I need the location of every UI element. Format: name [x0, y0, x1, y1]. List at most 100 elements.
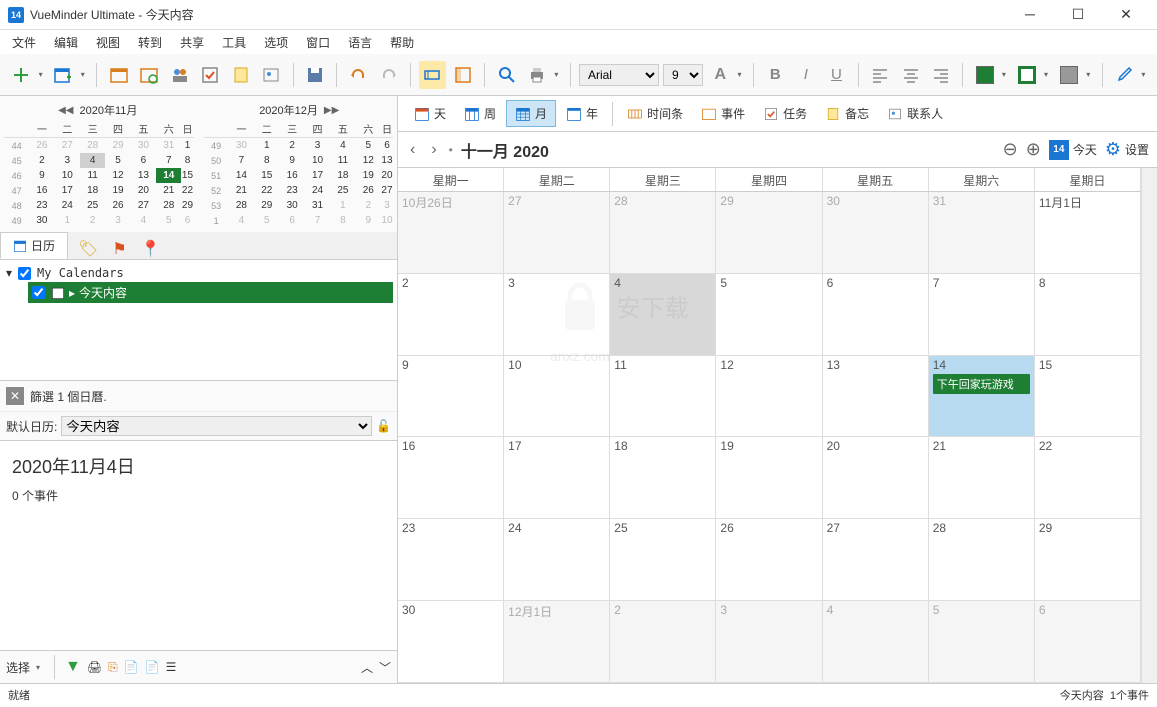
export-icon[interactable]: 📄 — [124, 660, 139, 674]
copy-icon[interactable]: ⎘ — [108, 660, 118, 675]
day-cell[interactable]: 11月1日 — [1035, 192, 1141, 273]
select-dropdown[interactable]: ▾ — [36, 663, 44, 672]
align-center-button[interactable] — [897, 61, 924, 89]
day-cell[interactable]: 20 — [823, 437, 929, 518]
day-cell[interactable]: 5 — [716, 274, 822, 355]
day-cell[interactable]: 16 — [398, 437, 504, 518]
highlight-button[interactable] — [419, 61, 446, 89]
location-icon[interactable]: 📍 — [141, 239, 161, 259]
collapse-up-icon[interactable]: ︿ — [361, 659, 373, 676]
day-cell[interactable]: 12 — [716, 356, 822, 437]
day-cell[interactable]: 14下午回家玩游戏 — [929, 356, 1035, 437]
new-note-button[interactable] — [228, 61, 255, 89]
next-month-icon[interactable]: ▶▶ — [324, 105, 339, 116]
day-cell[interactable]: 6 — [823, 274, 929, 355]
day-cell[interactable]: 27 — [504, 192, 610, 273]
day-cell[interactable]: 10 — [504, 356, 610, 437]
day-cell[interactable]: 6 — [1035, 601, 1141, 682]
new-calendar-button[interactable] — [50, 61, 77, 89]
day-cell[interactable]: 8 — [1035, 274, 1141, 355]
menu-编辑[interactable]: 编辑 — [46, 32, 86, 53]
mini-calendar-dec[interactable]: 2020年12月▶▶ 一二三四五六日4930123456507891011121… — [204, 100, 394, 228]
menu-工具[interactable]: 工具 — [214, 32, 254, 53]
day-cell[interactable]: 4 — [823, 601, 929, 682]
day-cell[interactable]: 7 — [929, 274, 1035, 355]
day-cell[interactable]: 31 — [929, 192, 1035, 273]
view-year[interactable]: 年 — [558, 101, 606, 126]
view-month[interactable]: 月 — [506, 100, 556, 127]
day-cell[interactable]: 25 — [610, 519, 716, 600]
view-toggle-button[interactable] — [450, 61, 477, 89]
day-cell[interactable]: 3 — [716, 601, 822, 682]
tree-item-checkbox[interactable] — [32, 286, 45, 299]
tab-calendar[interactable]: 日历 — [0, 232, 68, 259]
day-cell[interactable]: 23 — [398, 519, 504, 600]
maximize-button[interactable]: ☐ — [1063, 6, 1093, 23]
day-cell[interactable]: 26 — [716, 519, 822, 600]
default-calendar-select[interactable]: 今天内容 — [61, 416, 372, 436]
day-cell[interactable]: 30 — [398, 601, 504, 682]
close-button[interactable]: ✕ — [1111, 6, 1141, 23]
view-timeline[interactable]: 时间条 — [619, 101, 691, 126]
menu-选项[interactable]: 选项 — [256, 32, 296, 53]
day-cell[interactable]: 24 — [504, 519, 610, 600]
day-cell[interactable]: 18 — [610, 437, 716, 518]
day-cell[interactable]: 22 — [1035, 437, 1141, 518]
export2-icon[interactable]: 📄 — [145, 660, 160, 674]
view-events[interactable]: 事件 — [693, 101, 753, 126]
list-icon[interactable]: ☰ — [166, 660, 177, 674]
new-meeting-button[interactable] — [166, 61, 193, 89]
zoom-out-icon[interactable]: ⊖ — [1003, 139, 1018, 160]
view-notes[interactable]: 备忘 — [817, 101, 877, 126]
day-cell[interactable]: 19 — [716, 437, 822, 518]
zoom-in-icon[interactable]: ⊕ — [1026, 139, 1041, 160]
day-cell[interactable]: 17 — [504, 437, 610, 518]
day-cell[interactable]: 11 — [610, 356, 716, 437]
vertical-scrollbar[interactable] — [1141, 168, 1157, 683]
next-button[interactable]: › — [427, 141, 440, 159]
new-contact-button[interactable] — [258, 61, 285, 89]
eyedropper-button[interactable] — [1111, 61, 1138, 89]
day-cell[interactable]: 2 — [398, 274, 504, 355]
menu-视图[interactable]: 视图 — [88, 32, 128, 53]
prev-month-icon[interactable]: ◀◀ — [58, 105, 73, 116]
lock-icon[interactable]: 🔓 — [376, 419, 391, 433]
align-left-button[interactable] — [867, 61, 894, 89]
day-cell[interactable]: 13 — [823, 356, 929, 437]
settings-button[interactable]: ⚙ 设置 — [1105, 139, 1149, 160]
view-contacts[interactable]: 联系人 — [879, 101, 951, 126]
view-day[interactable]: 天 — [406, 101, 454, 126]
align-right-button[interactable] — [928, 61, 955, 89]
view-tasks[interactable]: 任务 — [755, 101, 815, 126]
day-cell[interactable]: 30 — [823, 192, 929, 273]
undo-button[interactable] — [345, 61, 372, 89]
fill-color-button[interactable] — [971, 61, 998, 89]
new-recurring-button[interactable] — [136, 61, 163, 89]
day-cell[interactable]: 28 — [610, 192, 716, 273]
day-cell[interactable]: 12月1日 — [504, 601, 610, 682]
font-family-select[interactable]: Arial — [579, 64, 659, 86]
calendar-event[interactable]: 下午回家玩游戏 — [933, 374, 1030, 394]
tree-root[interactable]: ▾ My Calendars — [4, 264, 393, 282]
flag-icon[interactable]: ⚑ — [112, 239, 126, 259]
menu-转到[interactable]: 转到 — [130, 32, 170, 53]
add-button[interactable] — [8, 61, 35, 89]
italic-button[interactable]: I — [793, 61, 820, 89]
day-cell[interactable]: 3 — [504, 274, 610, 355]
day-cell[interactable]: 9 — [398, 356, 504, 437]
mini-calendar-nov[interactable]: ◀◀2020年11月 一二三四五六日4426272829303114523456… — [4, 100, 194, 228]
day-cell[interactable]: 10月26日 — [398, 192, 504, 273]
menu-文件[interactable]: 文件 — [4, 32, 44, 53]
expand-down-icon[interactable]: ﹀ — [379, 659, 391, 676]
menu-窗口[interactable]: 窗口 — [298, 32, 338, 53]
redo-button[interactable] — [376, 61, 403, 89]
menu-帮助[interactable]: 帮助 — [382, 32, 422, 53]
filter-icon[interactable]: ▼ — [65, 658, 81, 676]
tag-icon[interactable]: 🏷 — [78, 239, 98, 259]
menu-共享[interactable]: 共享 — [172, 32, 212, 53]
today-button[interactable]: 14 今天 — [1049, 140, 1097, 160]
view-week[interactable]: 周 — [456, 101, 504, 126]
search-button[interactable] — [493, 61, 520, 89]
font-size-select[interactable]: 9 — [663, 64, 703, 86]
collapse-icon[interactable]: ▾ — [6, 266, 12, 280]
